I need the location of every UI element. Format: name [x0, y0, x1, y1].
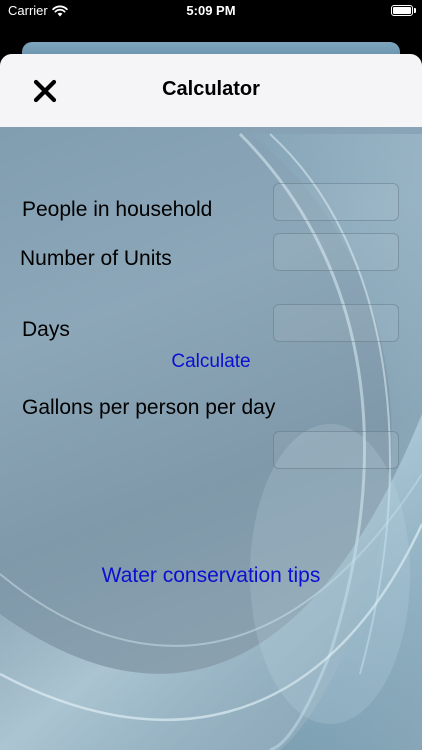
people-label: People in household	[22, 198, 213, 221]
units-input[interactable]	[273, 233, 399, 271]
close-button[interactable]	[28, 74, 62, 108]
gallons-label: Gallons per person per day	[22, 396, 276, 419]
people-input[interactable]	[273, 183, 399, 221]
nav-bar: Calculator	[0, 54, 422, 127]
water-tips-link[interactable]: Water conservation tips	[0, 564, 422, 588]
days-label: Days	[22, 318, 70, 341]
status-bar: Carrier 5:09 PM	[0, 0, 422, 30]
gallons-output[interactable]	[273, 431, 399, 469]
calculator-sheet: Calculator People in household Number of…	[0, 54, 422, 750]
days-input[interactable]	[273, 304, 399, 342]
calculate-button[interactable]: Calculate	[0, 351, 422, 373]
clock: 5:09 PM	[186, 3, 236, 18]
page-title: Calculator	[162, 78, 260, 100]
close-icon	[33, 79, 57, 103]
units-label: Number of Units	[20, 247, 172, 270]
battery-icon	[391, 5, 416, 16]
